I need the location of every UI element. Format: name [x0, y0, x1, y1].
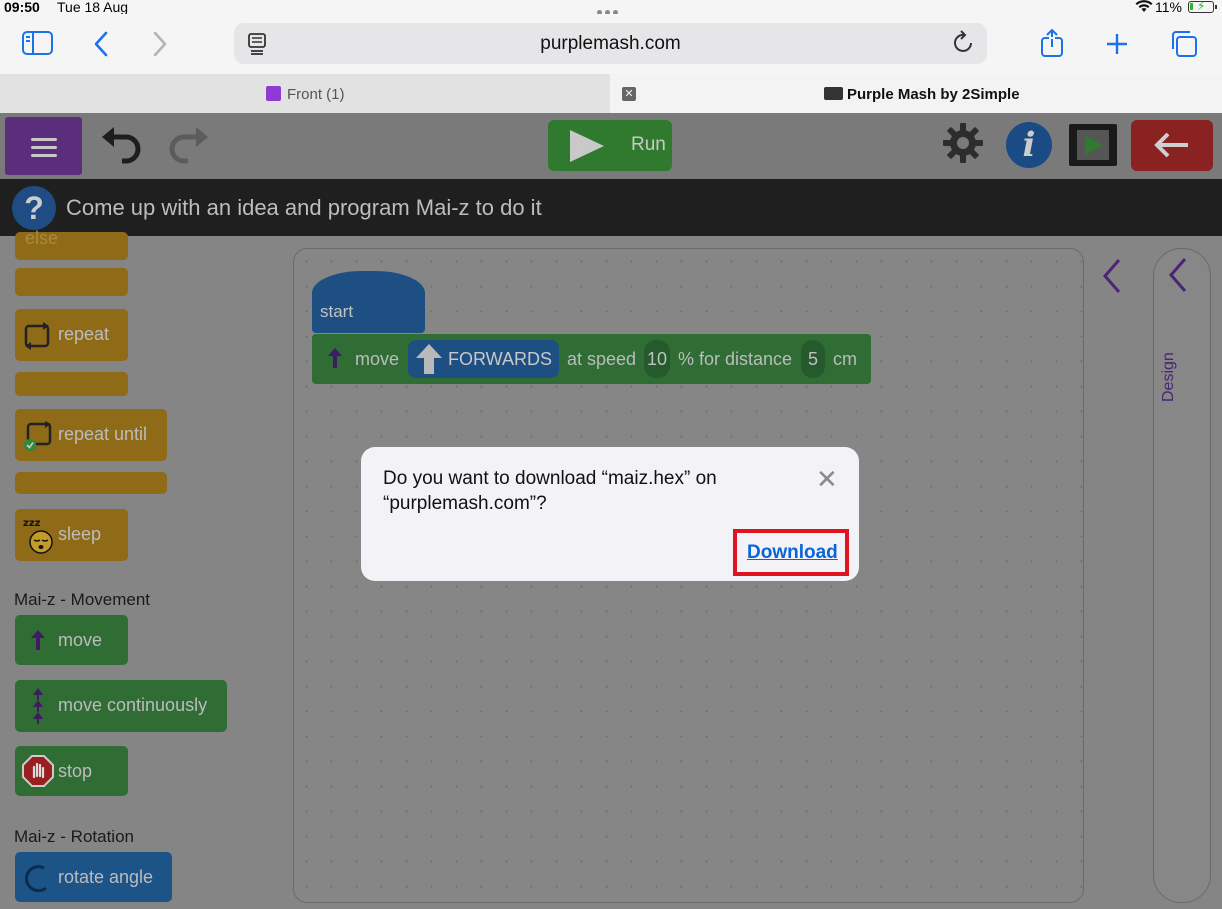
battery-icon: ⚡: [1188, 0, 1217, 13]
settings-gear-icon[interactable]: [941, 121, 985, 176]
tabs-overview-icon[interactable]: [1170, 30, 1198, 63]
url-text: purplemash.com: [540, 33, 681, 54]
new-tab-icon[interactable]: [1105, 32, 1129, 61]
info-icon[interactable]: i: [1006, 122, 1052, 168]
section-movement: Mai-z - Movement: [14, 590, 151, 609]
status-date: Tue 18 Aug: [57, 0, 129, 15]
up-arrow-icon: [31, 630, 45, 655]
video-tutorial-icon[interactable]: [1069, 124, 1117, 166]
for-distance-label: % for distance: [678, 349, 793, 369]
speed-input[interactable]: 10: [644, 340, 670, 378]
stop-block[interactable]: stop: [15, 746, 128, 796]
move-continuously-block[interactable]: move continuously: [15, 680, 227, 732]
download-highlight: Download: [733, 529, 849, 576]
design-chevron-icon[interactable]: [1168, 257, 1188, 303]
repeat-block[interactable]: repeat: [15, 309, 128, 361]
stop-hand-icon: [22, 755, 54, 792]
tab-label: Purple Mash by 2Simple: [847, 86, 1020, 103]
forward-icon[interactable]: [152, 31, 168, 62]
redo-icon[interactable]: [166, 125, 210, 176]
rotate-arc-icon: [24, 864, 50, 897]
mash-favicon-icon: [824, 87, 843, 100]
sleep-face-icon: zzz: [21, 516, 55, 559]
reload-icon[interactable]: [953, 30, 975, 60]
else-block[interactable]: else: [15, 228, 128, 260]
distance-input[interactable]: 5: [801, 340, 825, 378]
exit-back-button[interactable]: [1131, 120, 1213, 171]
hamburger-icon: [31, 138, 57, 141]
move-command-block[interactable]: move FORWARDS at speed 10 % for distance…: [312, 334, 871, 384]
tab-label: Front (1): [287, 86, 345, 103]
design-panel[interactable]: Design: [1153, 248, 1211, 903]
repeat-until-block[interactable]: repeat until: [15, 409, 167, 461]
repeat-block-end: [15, 372, 128, 396]
play-icon: [570, 130, 604, 162]
block-palette: else repeat repeat until zzz sleep Mai-z…: [0, 228, 290, 909]
sleep-block[interactable]: zzz sleep: [15, 509, 128, 561]
instruction-bar: ? Come up with an idea and program Mai-z…: [0, 179, 1222, 236]
repeat-until-icon: [23, 421, 55, 458]
direction-dropdown[interactable]: FORWARDS: [408, 340, 559, 378]
repeat-icon: [23, 321, 53, 356]
address-bar[interactable]: purplemash.com: [234, 23, 987, 64]
browser-toolbar: purplemash.com: [0, 14, 1222, 74]
at-speed-label: at speed: [567, 349, 637, 369]
dialog-message: Do you want to download “maiz.hex” on “p…: [383, 468, 717, 514]
menu-button[interactable]: [5, 117, 82, 175]
design-tab-label: Design: [1160, 352, 1177, 402]
close-tab-icon[interactable]: ✕: [622, 87, 636, 101]
sidebar-icon[interactable]: [22, 31, 53, 60]
multitasking-dots-icon[interactable]: [597, 2, 625, 15]
share-icon[interactable]: [1040, 28, 1064, 63]
section-rotation: Mai-z - Rotation: [14, 827, 134, 846]
start-block[interactable]: start: [312, 271, 425, 333]
battery-percent: 11%: [1155, 0, 1182, 15]
collapse-chevron-icon[interactable]: [1102, 258, 1122, 304]
status-time: 09:50: [4, 0, 40, 15]
download-button[interactable]: Download: [747, 542, 838, 564]
tab-purple-mash[interactable]: ✕ Purple Mash by 2Simple: [610, 74, 1222, 113]
run-button[interactable]: Run: [548, 120, 672, 171]
status-bar: 09:50 Tue 18 Aug 11% ⚡: [0, 0, 1222, 15]
move-label: move: [355, 349, 400, 369]
undo-icon[interactable]: [100, 125, 144, 176]
unit-label: cm: [833, 349, 857, 369]
rotate-angle-block[interactable]: rotate angle: [15, 852, 172, 902]
back-icon[interactable]: [93, 31, 109, 62]
move-block[interactable]: move: [15, 615, 128, 665]
download-dialog: Do you want to download “maiz.hex” on “p…: [361, 447, 859, 581]
continuous-arrows-icon: [32, 688, 44, 729]
run-label: Run: [631, 134, 666, 155]
tab-front[interactable]: Front (1): [0, 74, 610, 113]
instruction-text: Come up with an idea and program Mai-z t…: [66, 195, 542, 220]
close-icon[interactable]: ✕: [816, 464, 838, 495]
purple-mash-favicon-icon: [266, 86, 281, 101]
tab-bar: Front (1) ✕ Purple Mash by 2Simple: [0, 74, 1222, 113]
help-question-icon[interactable]: ?: [12, 186, 56, 230]
repeat-until-block-end: [15, 472, 167, 494]
up-arrow-icon: [328, 348, 342, 373]
forward-arrow-icon: [416, 344, 442, 379]
svg-text:zzz: zzz: [23, 518, 41, 529]
app-header: Run i: [0, 113, 1222, 179]
else-block-end: [15, 268, 128, 296]
